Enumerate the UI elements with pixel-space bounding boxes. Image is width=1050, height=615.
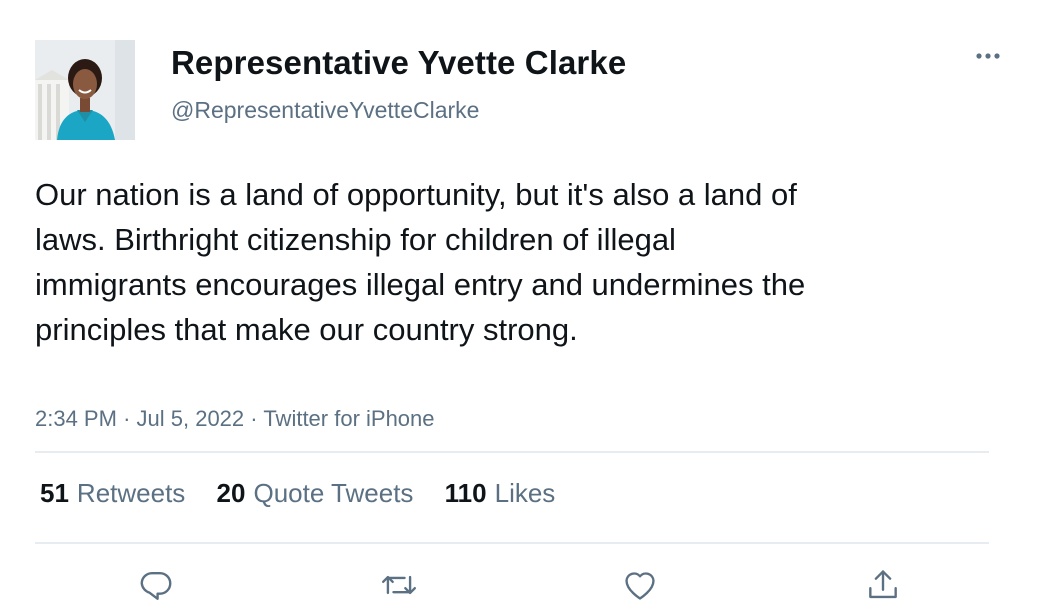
share-icon (869, 570, 897, 599)
more-horizontal-icon (976, 53, 1000, 59)
likes-count: 110 (444, 478, 487, 508)
tweet-text: Our nation is a land of opportunity, but… (35, 177, 806, 347)
engagement-stats: 51 Retweets 20 Quote Tweets 110 Likes (40, 478, 579, 509)
reply-icon (140, 571, 172, 600)
meta-separator: · (250, 406, 264, 431)
tweet-meta: 2:34 PM · Jul 5, 2022 · Twitter for iPho… (35, 406, 435, 432)
quote-tweets-count: 20 (216, 478, 246, 508)
retweet-button[interactable] (380, 566, 418, 604)
meta-separator: · (123, 406, 137, 431)
like-button[interactable] (621, 566, 659, 604)
quote-tweets-label: Quote Tweets (253, 478, 414, 508)
divider (35, 542, 989, 544)
retweets-count: 51 (40, 478, 69, 508)
tweet-time[interactable]: 2:34 PM (35, 406, 117, 431)
reply-button[interactable] (137, 566, 175, 604)
divider (35, 451, 989, 453)
likes-label: Likes (494, 478, 556, 508)
heart-icon (625, 572, 655, 600)
tweet-source[interactable]: Twitter for iPhone (263, 406, 434, 431)
tweet-card: Representative Yvette Clarke @Representa… (0, 0, 1050, 615)
display-name[interactable]: Representative Yvette Clarke (171, 44, 626, 82)
retweets-stat[interactable]: 51 Retweets (40, 478, 185, 509)
avatar[interactable] (35, 40, 135, 140)
tweet-date[interactable]: Jul 5, 2022 (137, 406, 245, 431)
retweet-icon (381, 575, 417, 595)
more-options-button[interactable] (970, 44, 1006, 68)
share-button[interactable] (864, 566, 902, 604)
retweets-label: Retweets (76, 478, 186, 508)
user-handle[interactable]: @RepresentativeYvetteClarke (171, 97, 479, 124)
likes-stat[interactable]: 110 Likes (445, 478, 556, 509)
quote-tweets-stat[interactable]: 20 Quote Tweets (217, 478, 414, 509)
